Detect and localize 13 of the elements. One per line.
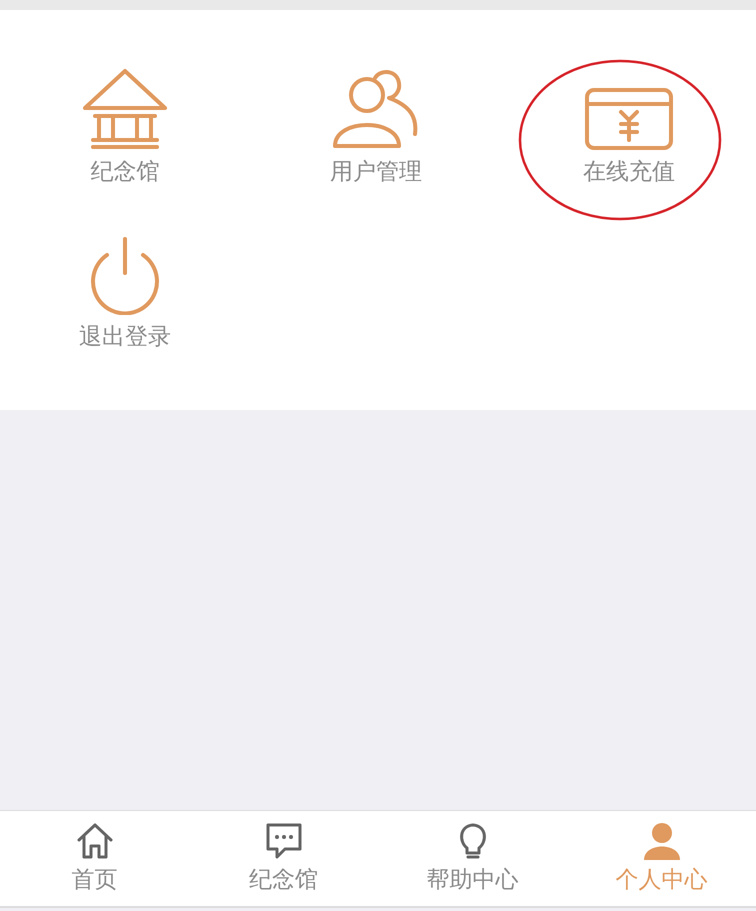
home-icon: [76, 822, 114, 860]
house-icon: [81, 68, 169, 150]
menu-label[interactable]: 纪念馆: [90, 156, 160, 187]
tab[interactable]: 个人中心: [567, 811, 756, 906]
tab[interactable]: 帮助中心: [378, 811, 567, 906]
card-icon: [585, 88, 673, 150]
menu-label[interactable]: 在线充值: [583, 156, 675, 187]
menu-label[interactable]: 用户管理: [330, 156, 422, 187]
person-icon: [642, 822, 682, 860]
tab[interactable]: 纪念馆: [189, 811, 378, 906]
chat-icon: [264, 822, 302, 860]
tab[interactable]: 首页: [0, 811, 189, 906]
menu-label[interactable]: 退出登录: [79, 321, 171, 352]
